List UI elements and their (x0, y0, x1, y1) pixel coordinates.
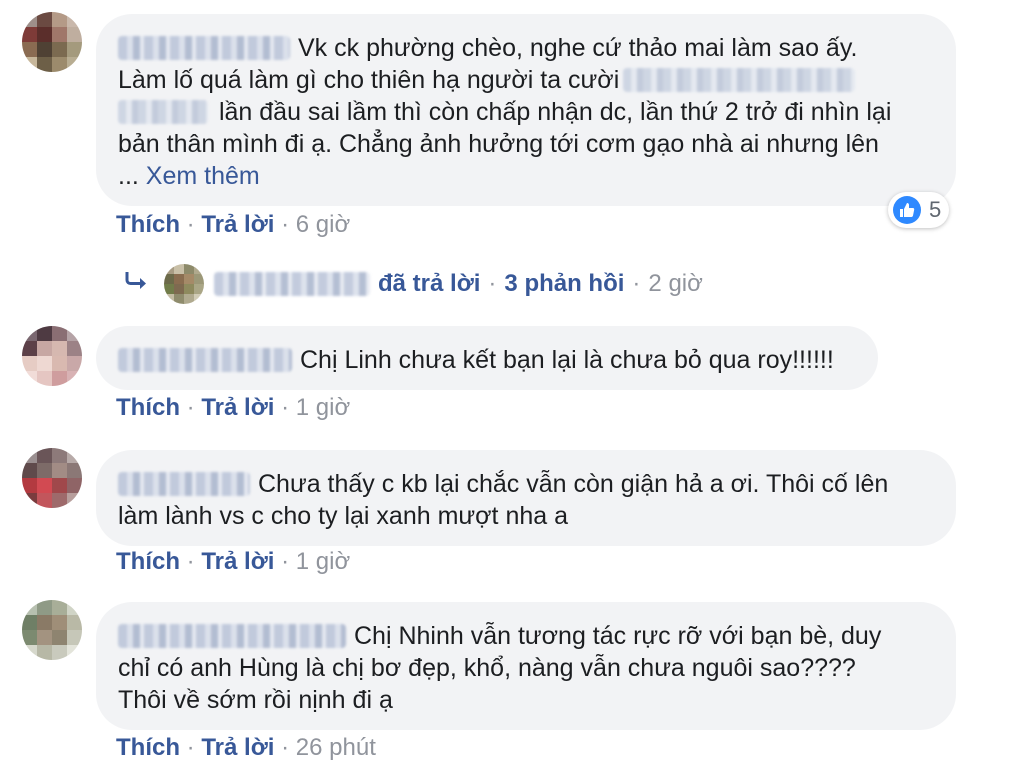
separator: · (632, 270, 641, 297)
comment-actions: Thích · Trả lời · 1 giờ (116, 394, 350, 422)
like-link[interactable]: Thích (116, 734, 180, 761)
tagged-user-blurred[interactable] (623, 68, 856, 92)
timestamp[interactable]: 26 phút (296, 734, 376, 761)
comment-actions: Thích · Trả lời · 26 phút (116, 734, 376, 762)
commenter-name-blurred[interactable] (118, 348, 292, 372)
separator: · (186, 394, 195, 421)
comment-text: chỉ có anh Hùng là chị bơ đẹp, khổ, nàng… (118, 654, 856, 682)
timestamp[interactable]: 6 giờ (296, 211, 350, 238)
reply-count[interactable]: 3 phản hồi (504, 270, 624, 298)
commenter-avatar[interactable] (22, 448, 82, 508)
timestamp[interactable]: 1 giờ (296, 548, 350, 575)
like-link[interactable]: Thích (116, 394, 180, 421)
comment-bubble: Chị Linh chưa kết bạn lại là chưa bỏ qua… (96, 326, 878, 390)
comment-bubble: Vk ck phường chèo, nghe cứ thảo mai làm … (96, 14, 956, 206)
separator: · (186, 211, 195, 238)
commenter-name-blurred[interactable] (118, 624, 346, 648)
ellipsis: ... (118, 162, 139, 190)
reply-link[interactable]: Trả lời (201, 211, 274, 238)
like-link[interactable]: Thích (116, 548, 180, 575)
commenter-avatar[interactable] (22, 12, 82, 72)
reply-link[interactable]: Trả lời (201, 548, 274, 575)
replied-label[interactable]: đã trả lời (378, 270, 480, 298)
reaction-badge[interactable]: 5 (888, 192, 950, 228)
commenter-avatar[interactable] (22, 600, 82, 660)
comment-bubble: Chưa thấy c kb lại chắc vẫn còn giận hả … (96, 450, 956, 546)
separator: · (186, 734, 195, 761)
commenter-name-blurred[interactable] (118, 36, 290, 60)
replies-summary[interactable]: đã trả lời · 3 phản hồi · 2 giờ (124, 264, 703, 304)
commenter-name-blurred[interactable] (118, 472, 250, 496)
commenter-avatar[interactable] (22, 326, 82, 386)
timestamp[interactable]: 1 giờ (296, 394, 350, 421)
separator: · (488, 270, 497, 297)
like-icon (893, 196, 921, 224)
comment-text: Làm lố quá làm gì cho thiên hạ người ta … (118, 66, 620, 94)
replier-name-blurred[interactable] (214, 272, 370, 296)
separator: · (281, 211, 290, 238)
comment-actions: Thích · Trả lời · 1 giờ (116, 548, 350, 576)
comment-text: Thôi về sớm rồi nịnh đi ạ (118, 686, 393, 714)
comment-text: Chị Linh chưa kết bạn lại là chưa bỏ qua… (300, 346, 834, 374)
comment-text: làm lành vs c cho ty lại xanh mượt nha a (118, 502, 568, 530)
timestamp: 2 giờ (648, 270, 703, 297)
reply-arrow-icon (124, 270, 152, 299)
comment-text: lần đầu sai lầm thì còn chấp nhận dc, lầ… (218, 98, 892, 126)
see-more-link[interactable]: Xem thêm (146, 162, 260, 190)
comment-text: Vk ck phường chèo, nghe cứ thảo mai làm … (298, 34, 858, 62)
like-link[interactable]: Thích (116, 211, 180, 238)
reply-link[interactable]: Trả lời (201, 734, 274, 761)
tagged-user-blurred[interactable] (118, 100, 208, 124)
comment-bubble: Chị Nhinh vẫn tương tác rực rỡ với bạn b… (96, 602, 956, 730)
separator: · (281, 548, 290, 575)
comment-actions: Thích · Trả lời · 6 giờ (116, 211, 350, 239)
separator: · (281, 734, 290, 761)
comment-text: bản thân mình đi ạ. Chẳng ảnh hưởng tới … (118, 130, 879, 158)
comment-text: Chưa thấy c kb lại chắc vẫn còn giận hả … (258, 470, 889, 498)
reply-link[interactable]: Trả lời (201, 394, 274, 421)
reply-avatar[interactable] (164, 264, 204, 304)
separator: · (281, 394, 290, 421)
separator: · (186, 548, 195, 575)
comment-text: Chị Nhinh vẫn tương tác rực rỡ với bạn b… (354, 622, 882, 650)
reaction-count: 5 (929, 197, 942, 222)
